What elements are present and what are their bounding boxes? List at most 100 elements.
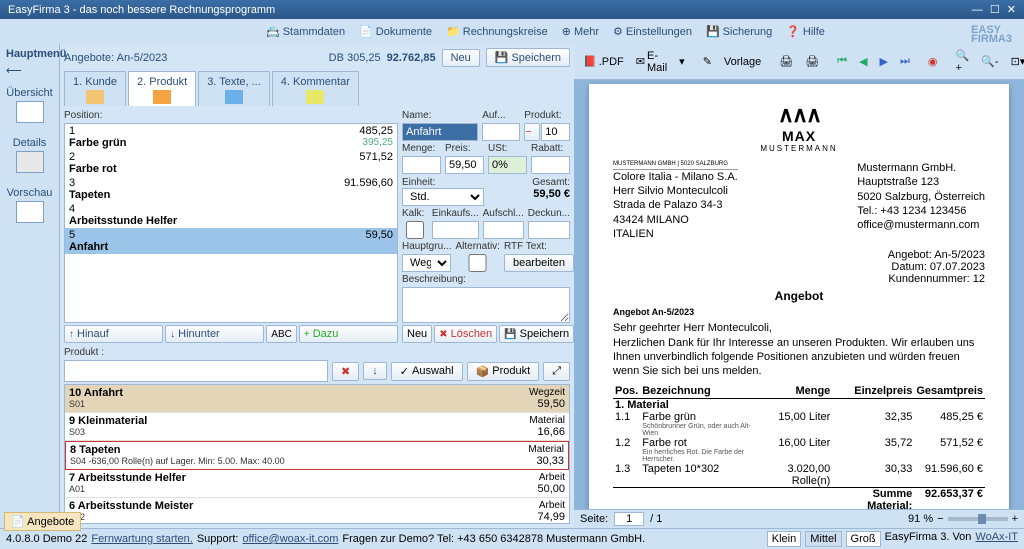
- statusbar: 4.0.8.0 Demo 22 Fernwartung starten. Sup…: [0, 528, 1024, 549]
- back-arrow-icon[interactable]: ⟵: [0, 64, 59, 81]
- preview-pane: 📕.PDF ✉E-Mail ▾ ✎ Vorlage 🖨 🖨 ⏮ ◀ ▶ ⏭ ◉ …: [574, 44, 1024, 528]
- vorlage-button[interactable]: Vorlage: [719, 53, 766, 71]
- alt-check[interactable]: [455, 254, 499, 272]
- compass-icon[interactable]: ◉: [923, 52, 943, 71]
- expand-button[interactable]: ⤢: [543, 362, 570, 381]
- maximize-icon[interactable]: ☐: [990, 4, 1000, 16]
- menu-einstellungen[interactable]: ⚙Einstellungen: [607, 23, 698, 40]
- page-input[interactable]: 1: [614, 512, 644, 526]
- einheit-select[interactable]: Std.: [402, 188, 484, 206]
- size-medium[interactable]: Mittel: [805, 531, 841, 547]
- ust-input[interactable]: [488, 156, 527, 174]
- edit-icon[interactable]: ✎: [698, 52, 717, 71]
- auswahl-button[interactable]: ✓Auswahl: [391, 362, 463, 381]
- help-icon: ❓: [786, 25, 800, 38]
- beschreibung-input[interactable]: [402, 287, 570, 323]
- position-row[interactable]: 4Arbeitsstunde Helfer: [65, 202, 397, 228]
- quickprint-icon[interactable]: 🖨: [800, 52, 824, 71]
- save-button[interactable]: 💾 Speichern: [486, 48, 570, 67]
- product-row[interactable]: 8 TapetenS04 -636,00 Rolle(n) auf Lager.…: [65, 441, 569, 470]
- ek-input[interactable]: [432, 221, 479, 239]
- form-delete-button[interactable]: ✖Löschen: [434, 325, 497, 343]
- menu-rechnungskreise[interactable]: 📁Rechnungskreise: [440, 23, 554, 40]
- product-id-input[interactable]: [541, 123, 570, 141]
- tab-kunde[interactable]: 1. Kunde: [64, 71, 126, 106]
- up-button[interactable]: ↑Hinauf: [64, 325, 163, 343]
- zoom-minus-icon[interactable]: −: [937, 513, 943, 525]
- angebote-tab[interactable]: 📄 Angebote: [4, 512, 81, 531]
- size-small[interactable]: Klein: [767, 531, 801, 547]
- zoom-in-icon[interactable]: 🔍+: [951, 46, 975, 77]
- remove-product-button[interactable]: −: [524, 123, 540, 141]
- size-large[interactable]: Groß: [846, 531, 881, 547]
- position-list[interactable]: 1Farbe grün485,25395,252Farbe rot571,523…: [64, 123, 398, 323]
- preview-toolbar: 📕.PDF ✉E-Mail ▾ ✎ Vorlage 🖨 🖨 ⏮ ◀ ▶ ⏭ ◉ …: [574, 44, 1024, 80]
- kalk-check[interactable]: [402, 221, 428, 239]
- aufschlag-input[interactable]: [483, 221, 524, 239]
- product-row[interactable]: 10 AnfahrtS01Wegzeit59,50: [65, 385, 569, 413]
- close-icon[interactable]: ✕: [1007, 4, 1016, 16]
- menge-input[interactable]: [402, 156, 441, 174]
- dropdown1-icon[interactable]: ▾: [674, 52, 690, 71]
- auf-input[interactable]: [482, 123, 520, 141]
- prev-page-icon[interactable]: ◀: [854, 52, 872, 71]
- position-row[interactable]: 1Farbe grün485,25395,25: [65, 124, 397, 150]
- menu-dokumente[interactable]: 📄Dokumente: [353, 23, 438, 40]
- credit-link[interactable]: WoAx-IT: [975, 531, 1018, 547]
- product-list[interactable]: 10 AnfahrtS01Wegzeit59,509 Kleinmaterial…: [64, 384, 570, 524]
- doc-icon: 📄: [359, 25, 373, 38]
- bearbeiten-button[interactable]: bearbeiten: [504, 254, 574, 272]
- sidebar-preview[interactable]: Vorschau: [0, 181, 59, 231]
- menu-mehr[interactable]: ⊕Mehr: [556, 23, 605, 40]
- name-input[interactable]: [402, 123, 478, 141]
- zoom-plus-icon[interactable]: +: [1012, 513, 1018, 525]
- titlebar: EasyFirma 3 - das noch bessere Rechnungs…: [0, 0, 1024, 19]
- menu-stammdaten[interactable]: 📇Stammdaten: [260, 23, 351, 40]
- new-button[interactable]: Neu: [442, 49, 480, 67]
- menubar: 📇Stammdaten 📄Dokumente 📁Rechnungskreise …: [0, 19, 1024, 44]
- deckung-input[interactable]: [528, 221, 570, 239]
- abc-button[interactable]: ABC: [266, 325, 297, 343]
- position-row[interactable]: 5Anfahrt59,50: [65, 228, 397, 254]
- zoom-out-icon[interactable]: 🔍-: [976, 52, 1003, 71]
- produkt-button[interactable]: 📦Produkt: [467, 362, 540, 381]
- position-row[interactable]: 3Tapeten91.596,60: [65, 176, 397, 202]
- zoom-fit-icon[interactable]: ⊡▾: [1006, 52, 1024, 71]
- more-icon: ⊕: [562, 25, 571, 38]
- sidebar-details[interactable]: Details: [0, 131, 59, 181]
- add-button[interactable]: +Dazu: [299, 325, 398, 343]
- first-page-icon[interactable]: ⏮: [832, 52, 852, 71]
- clear-search-button[interactable]: ✖: [332, 362, 359, 381]
- brand-logo: EASYFIRMA3: [971, 20, 1012, 44]
- minimize-icon[interactable]: —: [972, 4, 983, 16]
- position-row[interactable]: 2Farbe rot571,52: [65, 150, 397, 176]
- position-form: Name: Auf... Produkt: − Menge: Preis: US…: [402, 110, 570, 343]
- product-row[interactable]: 9 KleinmaterialS03Material16,66: [65, 413, 569, 441]
- tab-texte[interactable]: 3. Texte, ...: [198, 71, 270, 106]
- sidebar: Hauptmenü ⟵ Übersicht Details Vorschau: [0, 44, 60, 528]
- product-row[interactable]: 7 Arbeitsstunde HelferA01Arbeit50,00: [65, 470, 569, 498]
- last-page-icon[interactable]: ⏭: [895, 52, 915, 71]
- tab-kommentar[interactable]: 4. Kommentar: [272, 71, 359, 106]
- product-search[interactable]: [64, 360, 328, 382]
- tab-produkt[interactable]: 2. Produkt: [128, 71, 196, 106]
- form-save-button[interactable]: 💾Speichern: [499, 325, 574, 343]
- sort-button[interactable]: ↓: [363, 362, 387, 380]
- print-icon[interactable]: 🖨: [774, 52, 798, 71]
- zoom-slider[interactable]: [948, 517, 1008, 521]
- menu-hilfe[interactable]: ❓Hilfe: [780, 23, 831, 40]
- product-row[interactable]: 6 Arbeitsstunde MeisterA02Arbeit74,99: [65, 498, 569, 524]
- hauptgruppe-select[interactable]: Wegzeit: [402, 254, 451, 272]
- support-email-link[interactable]: office@woax-it.com: [242, 533, 338, 545]
- down-button[interactable]: ↓Hinunter: [165, 325, 264, 343]
- fernwartung-link[interactable]: Fernwartung starten.: [91, 533, 193, 545]
- next-page-icon[interactable]: ▶: [875, 52, 893, 71]
- form-new-button[interactable]: Neu: [402, 325, 432, 343]
- preis-input[interactable]: [445, 156, 484, 174]
- rabatt-input[interactable]: [531, 156, 570, 174]
- menu-sicherung[interactable]: 💾Sicherung: [700, 23, 778, 40]
- doc-title: Angebot: [613, 289, 985, 303]
- sidebar-overview[interactable]: Übersicht: [0, 81, 59, 131]
- email-button[interactable]: ✉E-Mail: [631, 47, 672, 77]
- pdf-button[interactable]: 📕.PDF: [578, 52, 629, 71]
